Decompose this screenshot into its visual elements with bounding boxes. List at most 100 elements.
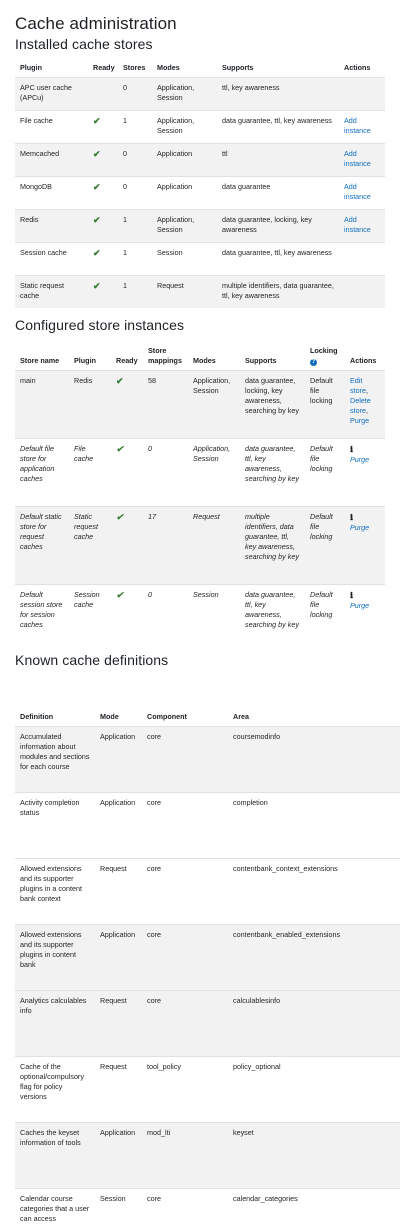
table-row: MongoDB ✔ 0 Application data guarantee A…: [15, 175, 385, 209]
definitions-heading: Known cache definitions: [15, 652, 169, 668]
col-store-mappings: Store mappings: [143, 338, 188, 371]
table-row: Default session store for session caches…: [15, 583, 385, 650]
col-actions: Actions: [339, 55, 385, 78]
modes: Application, Session: [188, 369, 240, 438]
actions: [339, 241, 385, 275]
col-modes: Modes: [188, 338, 240, 371]
mode: Session: [95, 1187, 142, 1229]
mode: Application: [95, 923, 142, 990]
edit-store-link[interactable]: Edit store: [350, 376, 366, 395]
col-locking: Locking?: [305, 338, 345, 371]
question-icon[interactable]: ?: [310, 358, 317, 366]
ready-check-icon: ✔: [88, 109, 118, 143]
store-count: 0: [118, 175, 152, 209]
definition: Allowed extensions and its supporter plu…: [15, 857, 95, 924]
modes: Application, Session: [152, 208, 217, 242]
col-plugin: Plugin: [69, 338, 111, 371]
component: core: [142, 857, 228, 924]
modes: Request: [188, 505, 240, 584]
store-mappings: 17: [143, 505, 188, 584]
ready-check-icon: ✔: [88, 241, 118, 275]
component: core: [142, 791, 228, 858]
actions: ℹ Purge: [345, 583, 385, 650]
ready-check-icon: [88, 76, 118, 110]
area: coursemodinfo: [228, 725, 400, 792]
ready-check-icon: ✔: [111, 505, 143, 584]
locking: Default file locking: [305, 505, 345, 584]
ready-check-icon: ✔: [111, 583, 143, 650]
table-row: Session cache ✔ 1 Session data guarantee…: [15, 241, 385, 275]
store-plugin: Session cache: [69, 583, 111, 650]
ready-check-icon: ✔: [111, 369, 143, 438]
installed-header-row: Plugin Ready Stores Modes Supports Actio…: [15, 55, 385, 78]
purge-link[interactable]: Purge: [350, 455, 369, 464]
modes: Application, Session: [188, 437, 240, 506]
col-mode: Mode: [95, 700, 142, 727]
component: mod_lti: [142, 1121, 228, 1188]
table-row: Static request cache ✔ 1 Request multipl…: [15, 274, 385, 308]
actions: ℹ Purge: [345, 505, 385, 584]
table-row: Allowed extensions and its supporter plu…: [15, 857, 400, 924]
component: core: [142, 923, 228, 990]
table-row: Allowed extensions and its supporter plu…: [15, 923, 400, 990]
purge-link[interactable]: Purge: [350, 601, 369, 610]
definition: Calendar course categories that a user c…: [15, 1187, 95, 1229]
supports: data guarantee, ttl, key awareness, sear…: [240, 583, 305, 650]
modes: Application, Session: [152, 76, 217, 110]
store-count: 0: [118, 142, 152, 176]
store-count: 1: [118, 208, 152, 242]
modes: Session: [152, 241, 217, 275]
store-plugin: File cache: [69, 437, 111, 506]
col-store-name: Store name: [15, 338, 69, 371]
ready-check-icon: ✔: [111, 437, 143, 506]
table-row: Calendar course categories that a user c…: [15, 1187, 400, 1229]
component: core: [142, 1187, 228, 1229]
locking: Default file locking: [305, 583, 345, 650]
store-name: Default file store for application cache…: [15, 437, 69, 506]
col-area: Area: [228, 700, 400, 727]
store-name: Default session store for session caches: [15, 583, 69, 650]
definitions-table: Definition Mode Component Area Accumulat…: [15, 700, 400, 1229]
plugin-name: Static request cache: [15, 274, 88, 308]
info-icon[interactable]: ℹ: [350, 590, 353, 600]
col-plugin: Plugin: [15, 55, 88, 78]
purge-link[interactable]: Purge: [350, 523, 369, 532]
add-instance-link[interactable]: Add instance: [344, 116, 371, 135]
component: tool_policy: [142, 1055, 228, 1122]
info-icon[interactable]: ℹ: [350, 512, 353, 522]
purge-link[interactable]: Purge: [350, 416, 369, 425]
table-row: Caches the keyset information of tools A…: [15, 1121, 400, 1188]
table-row: main Redis ✔ 58 Application, Session dat…: [15, 369, 385, 438]
ready-check-icon: ✔: [88, 208, 118, 242]
supports: multiple identifiers, data guarantee, tt…: [240, 505, 305, 584]
mode: Application: [95, 725, 142, 792]
store-mappings: 0: [143, 437, 188, 506]
col-definition: Definition: [15, 700, 95, 727]
store-plugin: Static request cache: [69, 505, 111, 584]
locking: Default file locking: [305, 369, 345, 438]
area: keyset: [228, 1121, 400, 1188]
add-instance-link[interactable]: Add instance: [344, 149, 371, 168]
modes: Session: [188, 583, 240, 650]
table-row: APC user cache (APCu) 0 Application, Ses…: [15, 76, 385, 110]
add-instance-link[interactable]: Add instance: [344, 215, 371, 234]
supports: data guarantee: [217, 175, 339, 209]
ready-check-icon: ✔: [88, 175, 118, 209]
supports: data guarantee, ttl, key awareness: [217, 109, 339, 143]
supports: ttl, key awareness: [217, 76, 339, 110]
store-count: 0: [118, 76, 152, 110]
add-instance-link[interactable]: Add instance: [344, 182, 371, 201]
delete-store-link[interactable]: Delete store: [350, 396, 371, 415]
ready-check-icon: ✔: [88, 274, 118, 308]
info-icon[interactable]: ℹ: [350, 444, 353, 454]
col-component: Component: [142, 700, 228, 727]
locking-label: Locking: [310, 345, 338, 355]
configured-header-row: Store name Plugin Ready Store mappings M…: [15, 338, 385, 371]
area: calculablesinfo: [228, 989, 400, 1056]
area: contentbank_context_extensions: [228, 857, 400, 924]
installed-stores-table: Plugin Ready Stores Modes Supports Actio…: [15, 55, 385, 308]
page-title: Cache administration: [15, 14, 177, 33]
table-row: Activity completion status Application c…: [15, 791, 400, 858]
plugin-name: File cache: [15, 109, 88, 143]
col-supports: Supports: [217, 55, 339, 78]
